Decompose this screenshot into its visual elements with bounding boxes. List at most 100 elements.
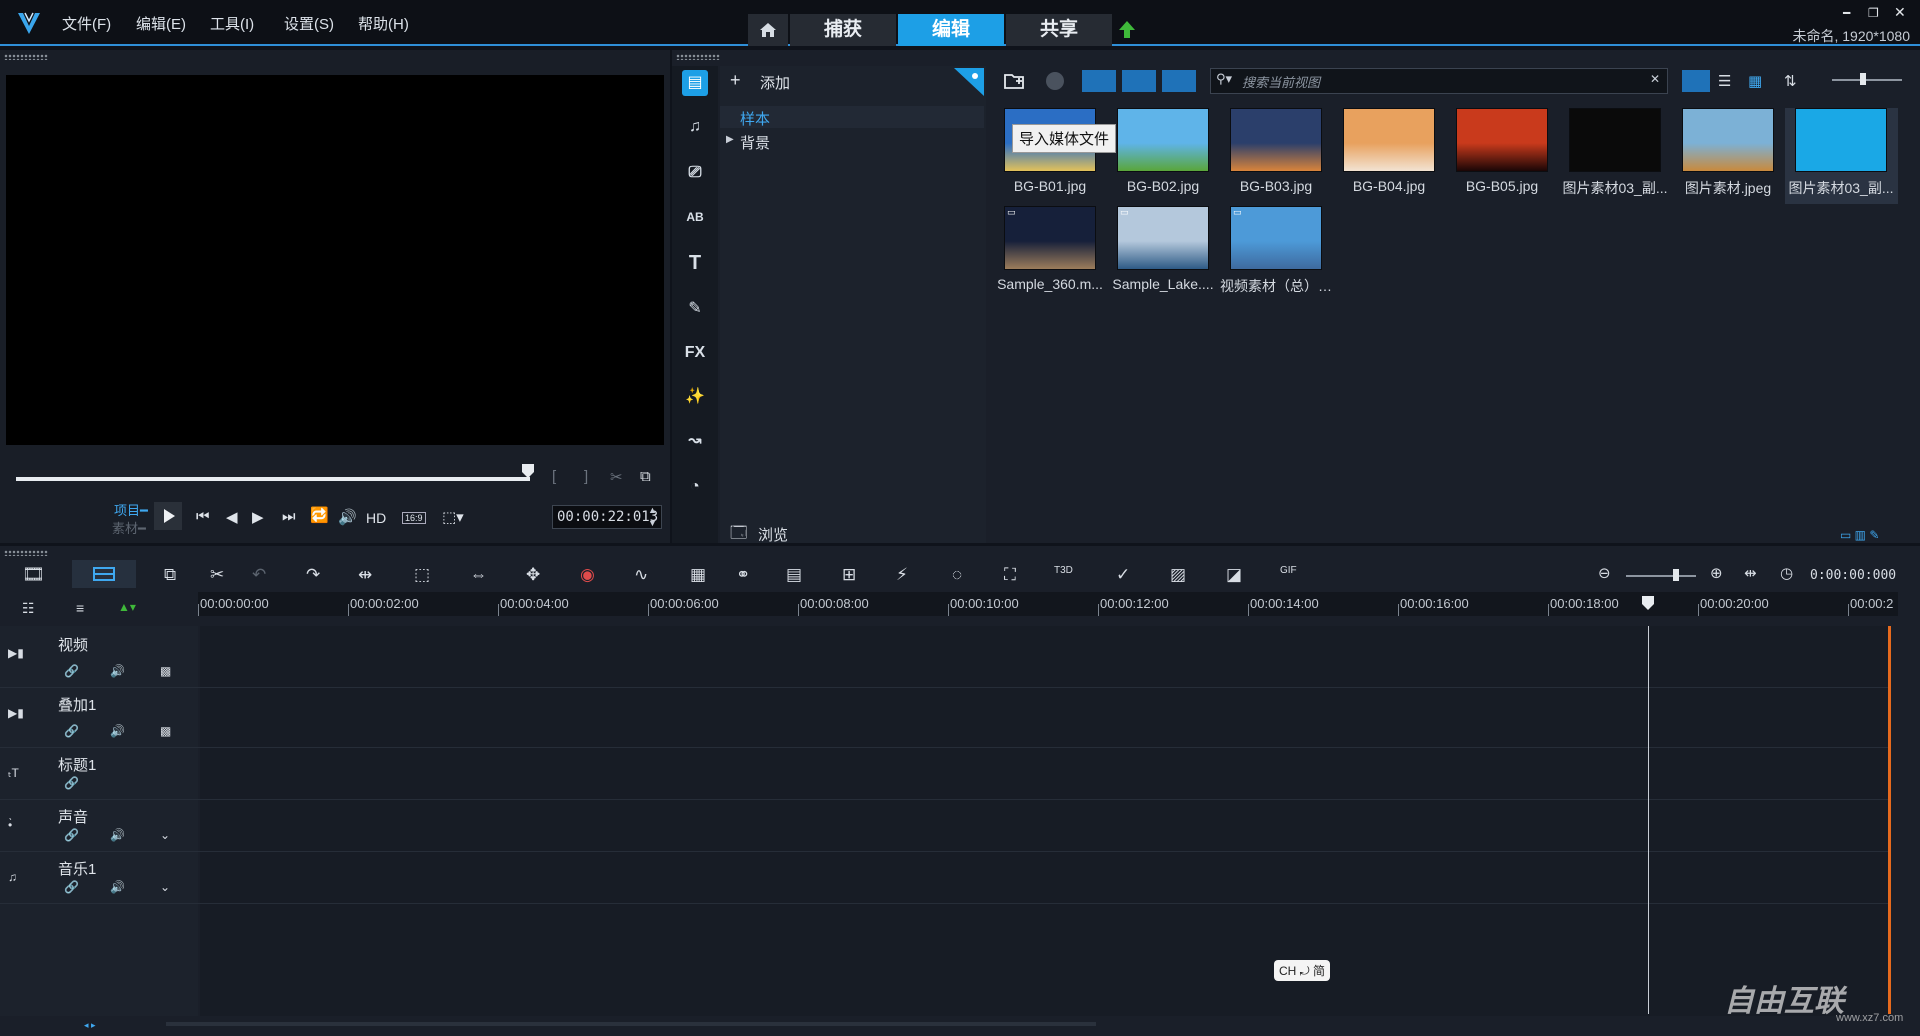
media-item[interactable]: BG-B04.jpg: [1333, 108, 1446, 204]
track-volume-icon[interactable]: 🔊: [110, 828, 125, 842]
tab-home[interactable]: [748, 14, 788, 46]
media-thumbnail[interactable]: [1456, 108, 1548, 172]
track-manager-icon[interactable]: ☷: [22, 600, 35, 617]
fit-timeline-icon[interactable]: ⇹: [358, 565, 380, 585]
media-thumbnail[interactable]: [1682, 108, 1774, 172]
link-icon[interactable]: 🔗: [64, 776, 79, 790]
import-folder-icon[interactable]: [1004, 72, 1026, 90]
hd-preview-toggle[interactable]: HD: [366, 510, 386, 526]
transparency-icon[interactable]: ▩: [160, 724, 171, 738]
transparency-icon[interactable]: ▩: [160, 664, 171, 678]
link-icon[interactable]: 🔗: [64, 828, 79, 842]
media-thumbnail[interactable]: ▭: [1230, 206, 1322, 270]
undo-icon[interactable]: ↶: [252, 565, 274, 585]
tree-item-background[interactable]: 背景: [740, 132, 770, 153]
zoom-out-icon[interactable]: ⊖: [1598, 564, 1611, 582]
media-thumbnail[interactable]: ▭: [1117, 206, 1209, 270]
fx-filter-icon[interactable]: FX: [682, 340, 708, 366]
filter-video-button[interactable]: [1082, 70, 1116, 92]
volume-icon[interactable]: 🔊: [338, 508, 357, 526]
instant-project-icon[interactable]: ♫: [682, 114, 708, 140]
redo-icon[interactable]: ↷: [306, 565, 328, 585]
media-item[interactable]: 图片素材03_副...: [1559, 108, 1672, 204]
zoom-handle[interactable]: [1673, 569, 1679, 581]
track-volume-icon[interactable]: 🔊: [110, 880, 125, 894]
gif-icon[interactable]: GIF: [1280, 565, 1302, 585]
title-template-icon[interactable]: AB: [682, 204, 708, 230]
panel-grip[interactable]: [676, 54, 720, 60]
tab-share[interactable]: 共享: [1006, 14, 1112, 46]
menu-settings[interactable]: 设置(S): [284, 13, 334, 34]
media-item[interactable]: ▭ Sample_Lake....: [1107, 206, 1220, 302]
copy-attributes-icon[interactable]: ⧉: [164, 565, 186, 585]
timeline-timecode[interactable]: 0:00:00:000: [1810, 565, 1910, 587]
crop-icon[interactable]: ⬚: [414, 565, 436, 585]
title-icon[interactable]: T: [682, 250, 708, 276]
tab-capture[interactable]: 捕获: [790, 14, 896, 46]
media-thumbnail[interactable]: [1569, 108, 1661, 172]
graphic-icon[interactable]: ◪: [1226, 565, 1248, 585]
minimize-button[interactable]: ━: [1843, 6, 1850, 20]
view-grid-icon[interactable]: ▦: [1748, 72, 1762, 90]
track-volume-icon[interactable]: 🔊: [110, 664, 125, 678]
music-icon[interactable]: ♫: [8, 870, 17, 884]
track-motion-icon[interactable]: ✥: [526, 565, 548, 585]
aspect-ratio-button[interactable]: 16:9: [402, 512, 426, 524]
go-end-icon[interactable]: ⏭: [282, 508, 296, 525]
track-row[interactable]: ♫ 音乐1 🔗 🔊 ⌄: [0, 852, 1890, 904]
fit-project-icon[interactable]: ⇹: [1744, 564, 1757, 582]
thumb-size-slider[interactable]: [1832, 79, 1902, 81]
tree-item-sample-label[interactable]: 样本: [740, 108, 770, 129]
capture-icon[interactable]: [1046, 72, 1064, 90]
subtitle-icon[interactable]: ▤: [786, 565, 808, 585]
enlarge-preview-icon[interactable]: ⧉: [640, 468, 651, 485]
media-thumbnail[interactable]: ▭: [1004, 206, 1096, 270]
media-item[interactable]: BG-B03.jpg: [1220, 108, 1333, 204]
clip-mode-label[interactable]: 素材━: [112, 518, 146, 537]
player-timecode[interactable]: 00:00:22:013: [552, 505, 662, 529]
overlay-camera-icon[interactable]: ▶▮: [8, 706, 24, 720]
tab-edit[interactable]: 编辑: [898, 14, 1004, 46]
media-item[interactable]: BG-B05.jpg: [1446, 108, 1559, 204]
link-icon[interactable]: 🔗: [64, 724, 79, 738]
scrub-bar[interactable]: [16, 477, 530, 481]
speed-gauge-icon[interactable]: ◔: [682, 474, 708, 500]
view-list-icon[interactable]: ☰: [1718, 72, 1731, 90]
go-start-icon[interactable]: ⏮: [196, 508, 210, 525]
ruler-playhead-icon[interactable]: [1642, 596, 1654, 610]
ripple-icon[interactable]: ⇔: [470, 565, 492, 585]
menu-help[interactable]: 帮助(H): [358, 13, 409, 34]
media-item[interactable]: 图片素材.jpeg: [1672, 108, 1785, 204]
video-camera-icon[interactable]: ▶▮: [8, 646, 24, 660]
scrub-handle[interactable]: [522, 464, 534, 478]
track-row[interactable]: •̀ 声音 🔗 🔊 ⌄: [0, 800, 1890, 852]
blend-icon[interactable]: ⚭: [736, 565, 758, 585]
media-thumbnail[interactable]: [1230, 108, 1322, 172]
media-item[interactable]: BG-B02.jpg: [1107, 108, 1220, 204]
path-icon[interactable]: ↝: [682, 428, 708, 454]
add-plus-icon[interactable]: +: [730, 70, 741, 91]
split-icon[interactable]: ✂: [210, 565, 232, 585]
media-item[interactable]: 图片素材03_副...: [1785, 108, 1898, 204]
media-item[interactable]: ▭ 视频素材（总）....: [1220, 206, 1333, 302]
scroll-left-icon[interactable]: ◂ ▸: [84, 1020, 96, 1031]
track-row[interactable]: ▶▮ 视频 🔗 🔊 ▩: [0, 628, 1890, 688]
link-icon[interactable]: 🔗: [64, 880, 79, 894]
timecode-down-icon[interactable]: ▼: [648, 518, 657, 528]
track-row[interactable]: ▶▮ 叠加1 🔗 🔊 ▩: [0, 688, 1890, 748]
expand-arrow-icon[interactable]: ▶: [726, 134, 734, 145]
search-clear-icon[interactable]: ✕: [1650, 72, 1660, 86]
sort-icon[interactable]: ⇅: [1784, 72, 1797, 90]
menu-file[interactable]: 文件(F): [62, 13, 111, 34]
media-thumbnail[interactable]: [1117, 108, 1209, 172]
3d-title-icon[interactable]: T3D: [1054, 565, 1076, 585]
mark-in-icon[interactable]: [: [552, 468, 556, 485]
transition-icon[interactable]: ⎚: [682, 160, 708, 186]
panel-grip[interactable]: [4, 54, 48, 60]
motion-path-icon[interactable]: ⚡: [896, 565, 918, 585]
close-button[interactable]: ✕: [1894, 4, 1906, 21]
title-icon[interactable]: ₜT: [8, 766, 19, 780]
media-library-icon[interactable]: ▤: [682, 70, 708, 96]
graphics-icon[interactable]: ✎: [682, 296, 708, 322]
expand-track-icon[interactable]: ⌄: [160, 828, 170, 842]
